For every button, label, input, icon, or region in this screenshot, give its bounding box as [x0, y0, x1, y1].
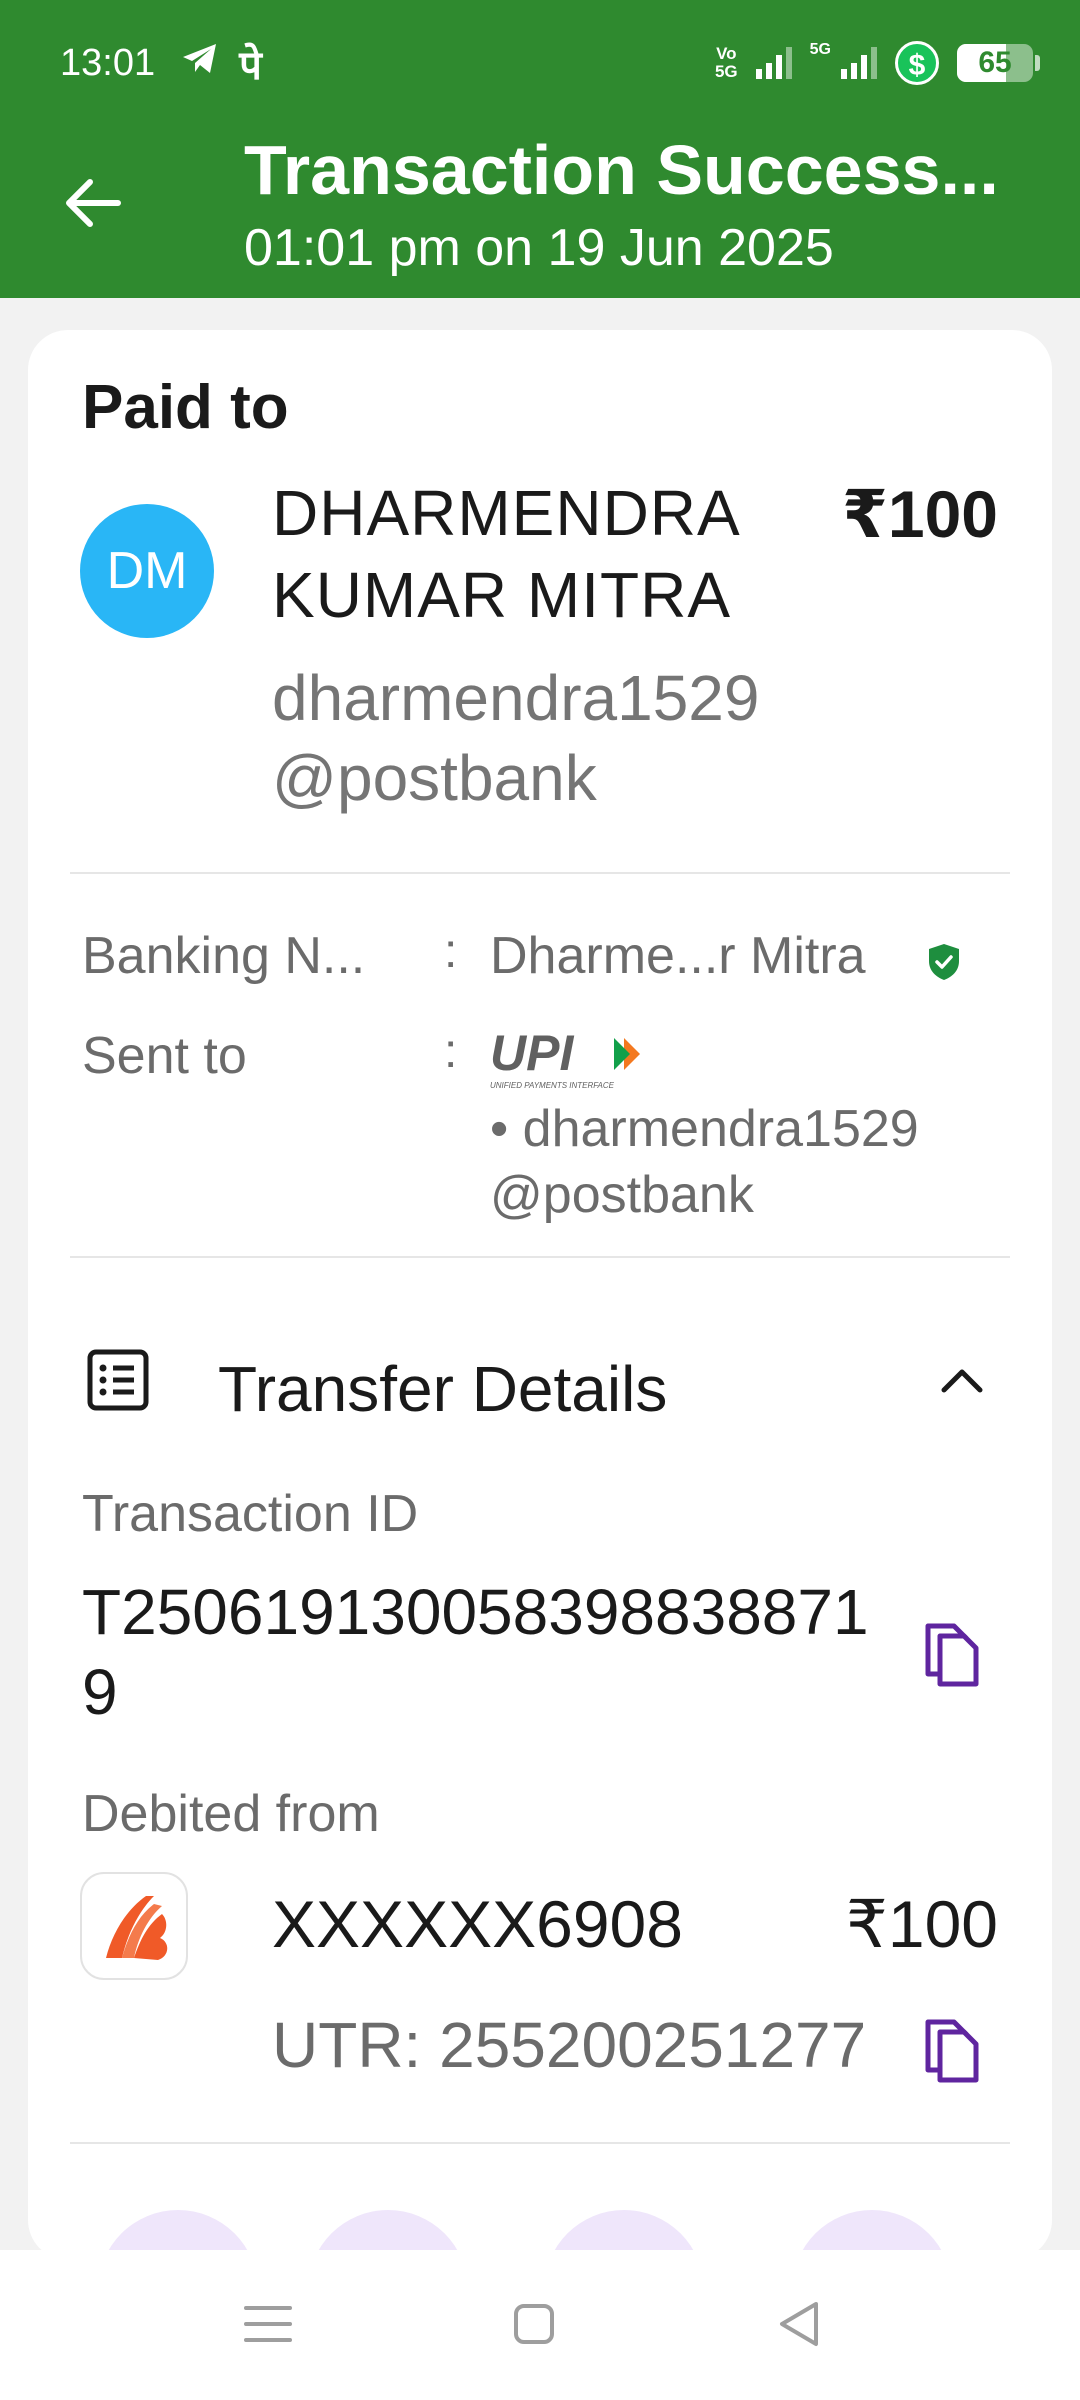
signal-sim1-icon [755, 47, 792, 79]
transaction-id-label: Transaction ID [82, 1485, 419, 1543]
back-triangle-icon[interactable] [770, 2294, 830, 2354]
system-navigation-bar [0, 2250, 1080, 2400]
chevron-up-icon[interactable] [938, 1362, 986, 1398]
svg-text:UNIFIED PAYMENTS INTERFACE: UNIFIED PAYMENTS INTERFACE [490, 1081, 615, 1090]
colon-separator: : [444, 925, 458, 978]
bank-of-baroda-logo-icon [80, 1872, 188, 1980]
menu-icon[interactable] [238, 2294, 298, 2354]
status-bar: 13:01 पे Vo 5G 5G $ 65 [60, 38, 1040, 88]
receipt-list-icon [86, 1348, 150, 1412]
sent-to-label: Sent to [82, 1027, 247, 1085]
cash-app-icon: $ [895, 41, 939, 85]
battery-icon: 65 [957, 44, 1033, 82]
debited-amount: ₹100 [845, 1887, 998, 1961]
copy-icon[interactable] [920, 1618, 984, 1690]
paid-amount: ₹100 [841, 477, 998, 551]
payee-name: DHARMENDRA KUMAR MITRA [272, 477, 738, 631]
divider [70, 872, 1010, 874]
signal-sim2-icon [841, 47, 877, 79]
banking-name-value: Dharme...r Mitra [490, 927, 866, 985]
battery-level: 65 [978, 46, 1012, 79]
verified-shield-icon [926, 942, 962, 982]
debit-account-number: XXXXXX6908 [272, 1887, 683, 1961]
debited-from-label: Debited from [82, 1785, 380, 1843]
transaction-id-value: T2506191300583988388719 [82, 1576, 869, 1728]
copy-icon[interactable] [920, 2014, 984, 2086]
sent-to-vpa: • dharmendra1529 @postbank [490, 1100, 919, 1224]
transaction-card: Paid to DM DHARMENDRA KUMAR MITRA ₹100 d… [28, 330, 1052, 2370]
pe-notification-icon: पे [239, 43, 262, 88]
banking-name-label: Banking N... [82, 927, 366, 985]
back-arrow-icon[interactable] [60, 168, 130, 238]
transfer-details-title[interactable]: Transfer Details [218, 1352, 667, 1426]
home-square-icon[interactable] [504, 2294, 564, 2354]
battery-tip [1035, 55, 1040, 71]
upi-logo-icon: UPI UNIFIED PAYMENTS INTERFACE [490, 1025, 650, 1092]
avatar: DM [80, 504, 214, 638]
network-type-label: 5G [809, 41, 831, 58]
payee-vpa: dharmendra1529 @postbank [272, 662, 760, 814]
divider [70, 2142, 1010, 2144]
paid-to-heading: Paid to [82, 373, 289, 442]
status-time: 13:01 [60, 41, 156, 84]
utr-number: UTR: 255200251277 [272, 2009, 867, 2081]
svg-text:UPI: UPI [490, 1026, 574, 1081]
transaction-timestamp: 01:01 pm on 19 Jun 2025 [244, 219, 834, 277]
volte-indicator: Vo 5G [714, 44, 738, 81]
header-bar: 13:01 पे Vo 5G 5G $ 65 Transaction Succe… [0, 0, 1080, 298]
telegram-icon [181, 42, 219, 85]
colon-separator: : [444, 1025, 458, 1078]
page-title: Transaction Success... [244, 131, 999, 209]
divider [70, 1256, 1010, 1258]
